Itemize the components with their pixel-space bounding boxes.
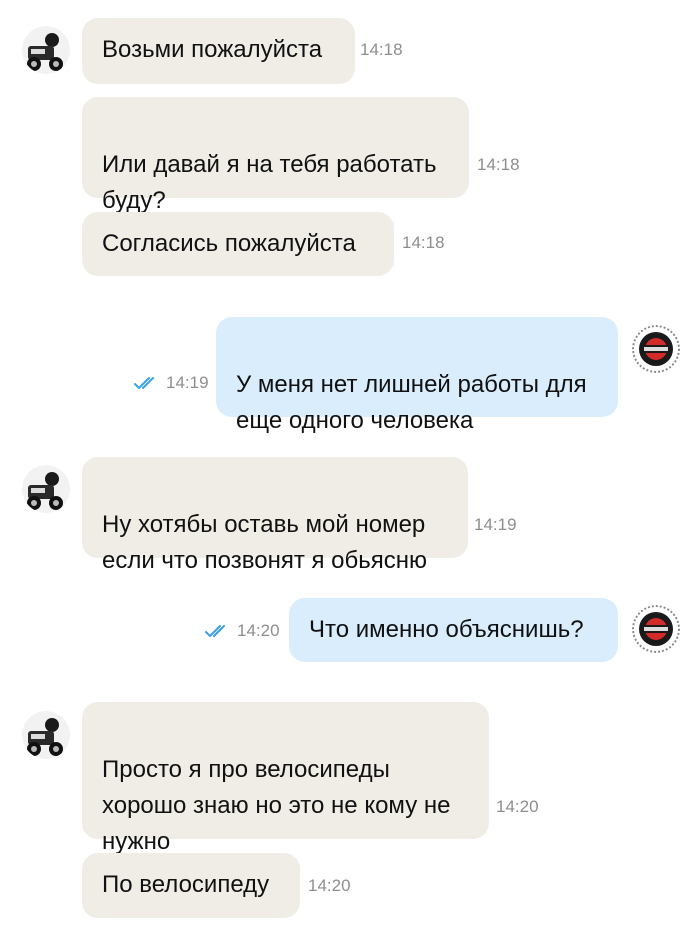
motorcycle-avatar-icon	[22, 711, 70, 759]
message-time: 14:20	[308, 876, 351, 895]
message-bubble-incoming[interactable]: По велосипеду	[82, 853, 300, 918]
contact-avatar[interactable]	[22, 465, 70, 513]
double-check-icon	[134, 377, 154, 389]
message-time: 14:20	[496, 797, 539, 816]
double-check-icon	[205, 625, 225, 637]
own-avatar[interactable]	[632, 325, 680, 373]
bike-point-logo-icon	[632, 325, 680, 373]
message-text: Или давай я на тебя работать буду?	[102, 151, 437, 214]
message-time: 14:18	[360, 40, 403, 59]
message-text: Просто я про велосипеды хорошо знаю но э…	[102, 756, 451, 855]
motorcycle-avatar-icon	[22, 465, 70, 513]
message-text: Согласись пожалуйста	[102, 230, 356, 257]
message-text: Что именно объяснишь?	[309, 616, 584, 643]
message-bubble-incoming[interactable]: Согласись пожалуйста	[82, 212, 394, 276]
message-text: По велосипеду	[102, 871, 270, 898]
message-bubble-incoming[interactable]: Ну хотябы оставь мой номер если что позв…	[82, 457, 468, 574]
contact-avatar[interactable]	[22, 26, 70, 74]
message-time: 14:18	[477, 155, 520, 174]
message-text: Ну хотябы оставь мой номер если что позв…	[102, 511, 427, 574]
motorcycle-avatar-icon	[22, 26, 70, 74]
message-bubble-incoming[interactable]: Просто я про велосипеды хорошо знаю но э…	[82, 702, 489, 855]
own-avatar[interactable]	[632, 605, 680, 653]
message-bubble-outgoing[interactable]: Что именно объяснишь?	[289, 598, 618, 662]
message-bubble-incoming[interactable]: Возьми пожалуйста	[82, 18, 355, 84]
message-text: Возьми пожалуйста	[102, 36, 323, 63]
contact-avatar[interactable]	[22, 711, 70, 759]
message-time: 14:18	[402, 233, 445, 252]
message-time: 14:19	[474, 515, 517, 534]
message-text: У меня нет лишней работы для еще одного …	[236, 371, 587, 434]
message-time: 14:20	[237, 621, 280, 640]
message-bubble-outgoing[interactable]: У меня нет лишней работы для еще одного …	[216, 317, 618, 434]
bike-point-logo-icon	[632, 605, 680, 653]
message-time: 14:19	[166, 373, 209, 392]
message-bubble-incoming[interactable]: Или давай я на тебя работать буду?	[82, 97, 469, 214]
